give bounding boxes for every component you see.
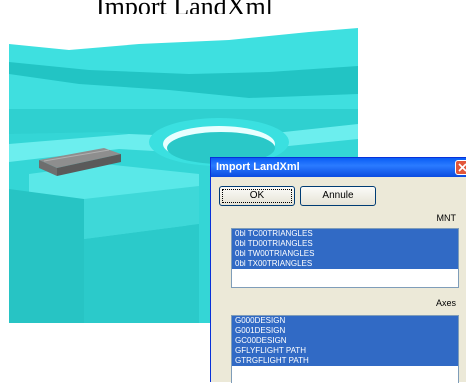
axes-listbox[interactable]: G000DESIGN G001DESIGN GC00DESIGN GFLYFLI… (231, 315, 459, 383)
list-item[interactable]: GFLYFLIGHT PATH (232, 346, 458, 356)
list-item[interactable]: G000DESIGN (232, 316, 458, 326)
listbox-empty-area (232, 269, 458, 286)
mnt-listbox[interactable]: 0bl TC00TRIANGLES 0bl TD00TRIANGLES 0bl … (231, 228, 459, 288)
close-button[interactable] (455, 160, 466, 175)
mnt-label: MNT (436, 213, 457, 223)
list-item[interactable]: 0bl TD00TRIANGLES (232, 239, 458, 249)
ok-button[interactable]: OK (219, 186, 295, 206)
list-item[interactable]: 0bl TW00TRIANGLES (232, 249, 458, 259)
dialog-titlebar[interactable]: Import LandXml (211, 158, 466, 177)
list-item[interactable]: 0bl TX00TRIANGLES (232, 259, 458, 269)
close-icon (458, 163, 466, 172)
axes-label: Axes (435, 298, 456, 308)
dialog-title: Import LandXml (216, 161, 300, 173)
list-item[interactable]: G001DESIGN (232, 326, 458, 336)
list-item[interactable]: GC00DESIGN (232, 336, 458, 346)
import-landxml-dialog: Import LandXml OK Annule MNT 0bl TC00TRI… (210, 157, 466, 383)
cancel-button[interactable]: Annule (300, 186, 376, 206)
list-item[interactable]: GTRGFLIGHT PATH (232, 356, 458, 366)
list-item[interactable]: 0bl TC00TRIANGLES (232, 229, 458, 239)
